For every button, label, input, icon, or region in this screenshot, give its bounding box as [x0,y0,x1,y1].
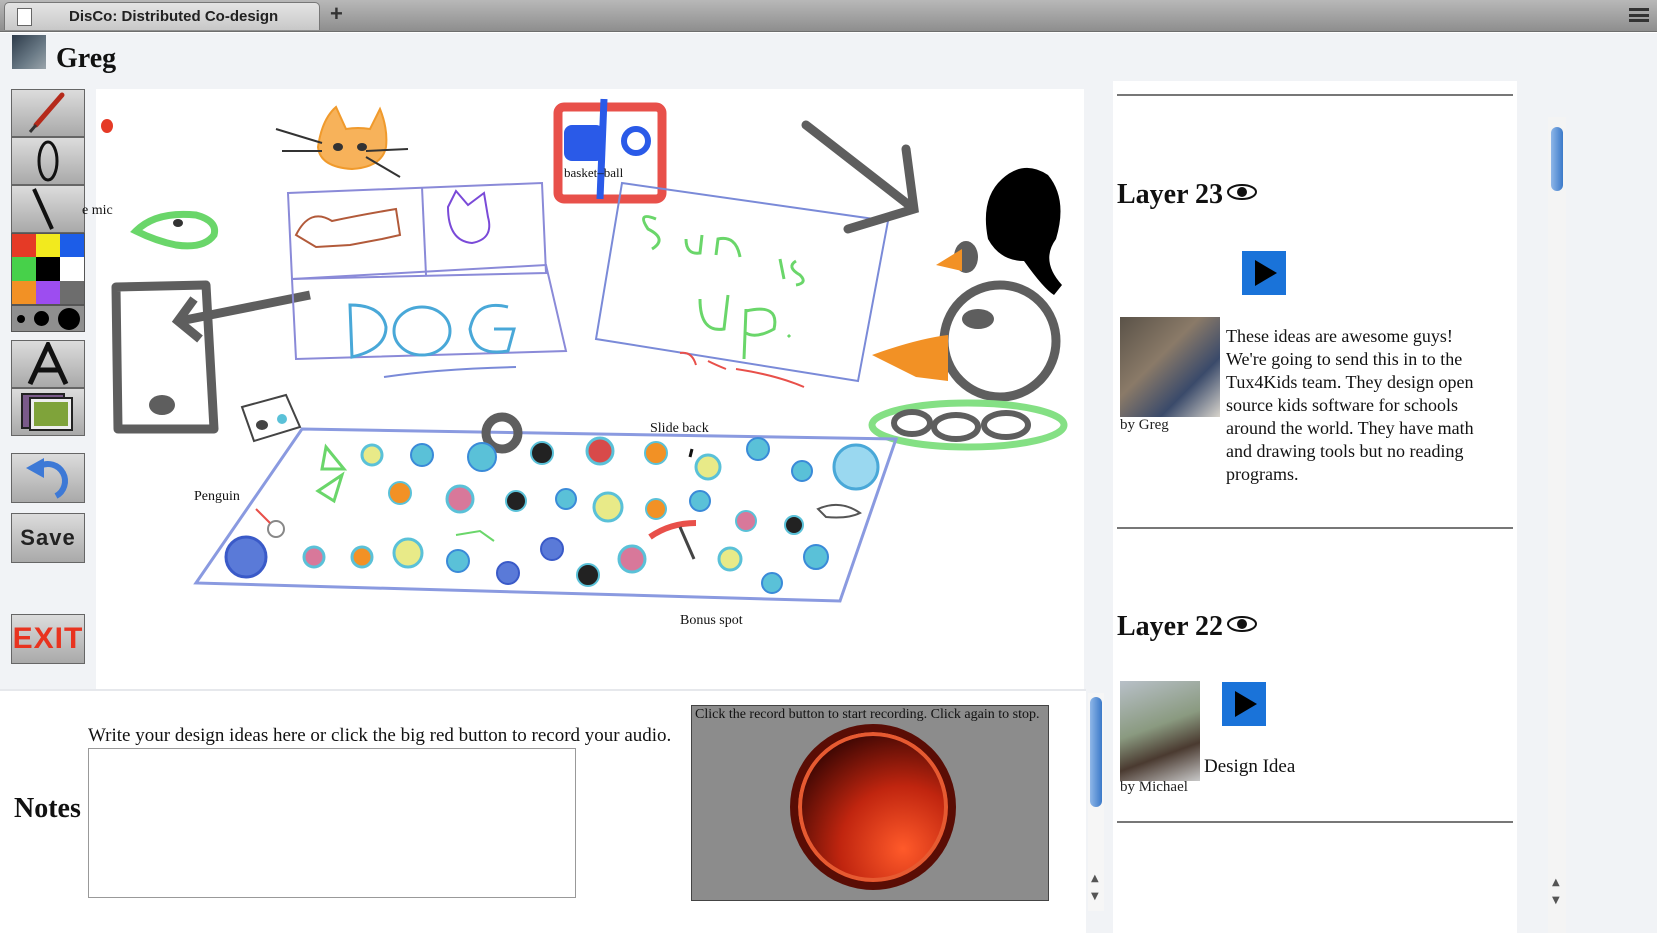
eye-icon[interactable] [1227,615,1257,633]
layer-23-thumbnail [1120,317,1220,417]
line-icon [32,188,54,230]
scroll-up-arrow-icon[interactable]: ▲ [1091,873,1099,884]
eye-icon[interactable] [1227,183,1257,201]
notes-panel: Notes Write your design ideas here or cl… [0,689,1086,933]
layers-panel: Layer 23 by Greg These ideas are awesome… [1113,81,1517,933]
layer-22-title: Layer 22 [1117,611,1224,642]
undo-icon [26,458,68,499]
layer-22-caption: Design Idea [1204,756,1296,777]
ellipse-icon [37,140,59,182]
brush-size-large[interactable] [57,307,80,330]
color-swatch-purple[interactable] [36,280,60,304]
layer-23-title: Layer 23 [1117,179,1224,210]
page-icon [17,8,32,26]
browser-tab[interactable]: DisCo: Distributed Co-design [4,2,320,30]
ellipse-tool-button[interactable] [11,137,85,185]
bonus-spot-label: Bonus spot [680,613,743,628]
board-spaces [302,436,829,594]
notes-scrollbar-thumb[interactable] [1090,697,1102,807]
color-swatch-white[interactable] [60,257,84,281]
tab-menu-icon[interactable] [1629,8,1649,22]
record-hint: Click the record button to start recordi… [695,707,1040,722]
undo-button[interactable] [11,453,85,503]
color-swatch-black[interactable] [36,257,60,281]
user-avatar [12,35,46,69]
slide-back-label: Slide back [650,421,709,436]
disco-app: Greg Save EXIT e mic basket–ball Slide b… [0,33,1657,933]
penguin-label: Penguin [194,489,240,504]
layers-scrollbar[interactable]: ▲ ▼ [1548,117,1566,933]
layers-scrollbar-thumb[interactable] [1551,127,1563,191]
exit-button[interactable]: EXIT [11,614,85,664]
text-icon [27,342,69,386]
layer-22-author: by Michael [1120,779,1188,795]
play-button[interactable] [1222,682,1266,726]
color-swatch-gray[interactable] [60,280,84,304]
color-swatch-green[interactable] [12,257,36,281]
layer-22-thumbnail [1120,681,1200,781]
color-swatch-blue[interactable] [60,234,84,258]
layer-23-author: by Greg [1120,417,1169,433]
text-tool-button[interactable] [11,340,85,388]
color-swatch-orange[interactable] [12,280,36,304]
image-icon [21,393,73,431]
notes-input[interactable] [88,748,576,898]
brush-size-small[interactable] [16,314,25,323]
notes-scrollbar[interactable]: ▲ ▼ [1088,693,1104,911]
play-button[interactable] [1242,251,1286,295]
brush-size-medium[interactable] [33,311,49,326]
scroll-down-arrow-icon[interactable]: ▼ [1091,891,1099,902]
brush-icon [28,92,65,133]
color-swatch-yellow[interactable] [36,234,60,258]
line-tool-button[interactable] [11,185,85,233]
browser-tab-bar: DisCo: Distributed Co-design + [0,0,1657,32]
layer-23-note: These ideas are awesome guys! We're goin… [1226,326,1474,484]
brush-size-picker [11,305,85,332]
color-palette [11,233,85,305]
mic-label: e mic [82,203,113,218]
drawing-canvas[interactable]: e mic basket–ball Slide back Penguin Bon… [82,89,1084,689]
new-tab-button[interactable]: + [330,1,343,27]
user-name: Greg [56,43,117,74]
scroll-up-arrow-icon[interactable]: ▲ [1552,877,1560,888]
save-button[interactable]: Save [11,513,85,563]
notes-title: Notes [14,793,81,824]
scroll-down-arrow-icon[interactable]: ▼ [1552,895,1560,906]
notes-hint: Write your design ideas here or click th… [88,725,672,746]
basketball-label: basket–ball [564,165,624,180]
brush-tool-button[interactable] [11,89,85,137]
tab-title: DisCo: Distributed Co-design [69,8,279,25]
audio-recorder: Click the record button to start recordi… [691,705,1049,901]
record-button[interactable] [790,724,956,890]
color-swatch-red[interactable] [12,234,36,258]
image-tool-button[interactable] [11,388,85,436]
